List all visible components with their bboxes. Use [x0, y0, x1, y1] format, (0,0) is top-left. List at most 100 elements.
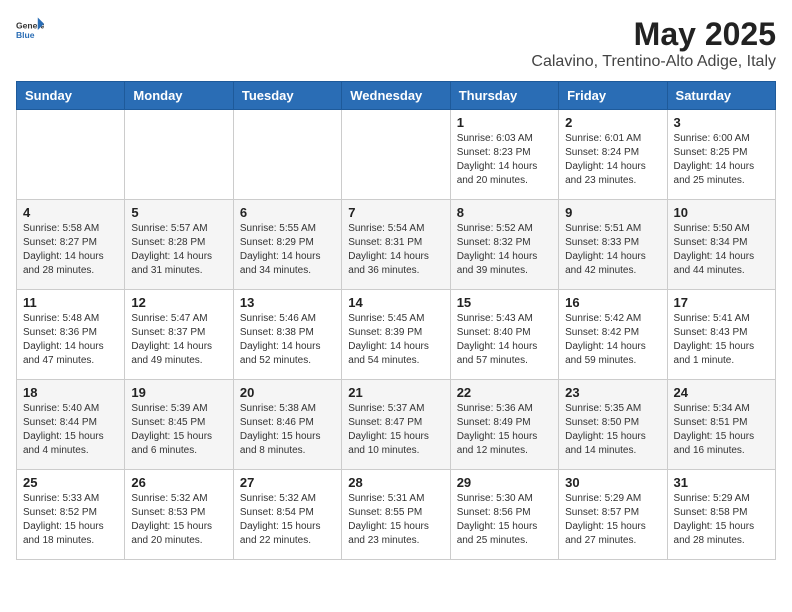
calendar-cell: 17Sunrise: 5:41 AM Sunset: 8:43 PM Dayli…: [667, 290, 775, 380]
day-number: 12: [131, 295, 226, 310]
day-info: Sunrise: 5:29 AM Sunset: 8:58 PM Dayligh…: [674, 492, 769, 548]
calendar-cell: 29Sunrise: 5:30 AM Sunset: 8:56 PM Dayli…: [450, 470, 558, 560]
day-number: 4: [23, 205, 118, 220]
day-info: Sunrise: 5:32 AM Sunset: 8:53 PM Dayligh…: [131, 492, 226, 548]
generalblue-icon: General Blue: [16, 16, 44, 44]
calendar-cell: 6 Sunrise: 5:55 AM Sunset: 8:29 PM Daylig…: [233, 200, 341, 290]
day-number: 25: [23, 475, 118, 490]
day-info: Sunrise: 5:54 AM Sunset: 8:31 PM Dayligh…: [348, 222, 443, 278]
weekday-header-row: SundayMondayTuesdayWednesdayThursdayFrid…: [17, 82, 776, 110]
calendar-cell: 27 Sunrise: 5:32 AM Sunset: 8:54 PM Dayli…: [233, 470, 341, 560]
day-number: 27: [240, 475, 335, 490]
day-info: Sunrise: 5:51 AM Sunset: 8:33 PM Dayligh…: [565, 222, 660, 278]
day-number: 20: [240, 385, 335, 400]
day-number: 3: [674, 115, 769, 130]
day-info: Sunrise: 5:34 AM Sunset: 8:51 PM Dayligh…: [674, 402, 769, 458]
day-number: 28: [348, 475, 443, 490]
header: General Blue May 2025 Calavino, Trentino…: [16, 16, 776, 71]
day-info: Sunrise: 5:30 AM Sunset: 8:56 PM Dayligh…: [457, 492, 552, 548]
calendar-cell: 28 Sunrise: 5:31 AM Sunset: 8:55 PM Dayli…: [342, 470, 450, 560]
calendar-cell: 18Sunrise: 5:40 AM Sunset: 8:44 PM Dayli…: [17, 380, 125, 470]
calendar-cell: [233, 110, 341, 200]
day-info: Sunrise: 5:38 AM Sunset: 8:46 PM Dayligh…: [240, 402, 335, 458]
calendar-cell: 21 Sunrise: 5:37 AM Sunset: 8:47 PM Dayli…: [342, 380, 450, 470]
day-info: Sunrise: 5:33 AM Sunset: 8:52 PM Dayligh…: [23, 492, 118, 548]
calendar-cell: 14Sunrise: 5:45 AM Sunset: 8:39 PM Dayli…: [342, 290, 450, 380]
calendar-week-2: 4 Sunrise: 5:58 AM Sunset: 8:27 PM Daylig…: [17, 200, 776, 290]
calendar-week-1: 1 Sunrise: 6:03 AM Sunset: 8:23 PM Daylig…: [17, 110, 776, 200]
calendar-cell: [17, 110, 125, 200]
day-info: Sunrise: 5:43 AM Sunset: 8:40 PM Dayligh…: [457, 312, 552, 368]
calendar-cell: [342, 110, 450, 200]
calendar-cell: 25 Sunrise: 5:33 AM Sunset: 8:52 PM Dayli…: [17, 470, 125, 560]
calendar-cell: 19Sunrise: 5:39 AM Sunset: 8:45 PM Dayli…: [125, 380, 233, 470]
weekday-header-wednesday: Wednesday: [342, 82, 450, 110]
calendar-cell: 3 Sunrise: 6:00 AM Sunset: 8:25 PM Daylig…: [667, 110, 775, 200]
calendar-cell: 7 Sunrise: 5:54 AM Sunset: 8:31 PM Daylig…: [342, 200, 450, 290]
calendar-cell: 9 Sunrise: 5:51 AM Sunset: 8:33 PM Daylig…: [559, 200, 667, 290]
day-info: Sunrise: 6:01 AM Sunset: 8:24 PM Dayligh…: [565, 132, 660, 188]
calendar-cell: 12 Sunrise: 5:47 AM Sunset: 8:37 PM Dayli…: [125, 290, 233, 380]
day-info: Sunrise: 5:45 AM Sunset: 8:39 PM Dayligh…: [348, 312, 443, 368]
logo: General Blue: [16, 16, 44, 44]
day-info: Sunrise: 5:58 AM Sunset: 8:27 PM Dayligh…: [23, 222, 118, 278]
day-info: Sunrise: 5:35 AM Sunset: 8:50 PM Dayligh…: [565, 402, 660, 458]
day-number: 31: [674, 475, 769, 490]
day-info: Sunrise: 5:55 AM Sunset: 8:29 PM Dayligh…: [240, 222, 335, 278]
day-info: Sunrise: 5:47 AM Sunset: 8:37 PM Dayligh…: [131, 312, 226, 368]
day-number: 26: [131, 475, 226, 490]
day-number: 10: [674, 205, 769, 220]
weekday-header-friday: Friday: [559, 82, 667, 110]
calendar-cell: 5Sunrise: 5:57 AM Sunset: 8:28 PM Daylig…: [125, 200, 233, 290]
day-number: 11: [23, 295, 118, 310]
day-info: Sunrise: 5:37 AM Sunset: 8:47 PM Dayligh…: [348, 402, 443, 458]
calendar-week-5: 25 Sunrise: 5:33 AM Sunset: 8:52 PM Dayli…: [17, 470, 776, 560]
weekday-header-thursday: Thursday: [450, 82, 558, 110]
location-title: Calavino, Trentino-Alto Adige, Italy: [531, 53, 776, 71]
calendar-cell: 15Sunrise: 5:43 AM Sunset: 8:40 PM Dayli…: [450, 290, 558, 380]
day-info: Sunrise: 5:36 AM Sunset: 8:49 PM Dayligh…: [457, 402, 552, 458]
calendar-cell: [125, 110, 233, 200]
calendar-cell: 1 Sunrise: 6:03 AM Sunset: 8:23 PM Daylig…: [450, 110, 558, 200]
day-info: Sunrise: 5:32 AM Sunset: 8:54 PM Dayligh…: [240, 492, 335, 548]
calendar-body: 1 Sunrise: 6:03 AM Sunset: 8:23 PM Daylig…: [17, 110, 776, 560]
day-number: 22: [457, 385, 552, 400]
day-number: 23: [565, 385, 660, 400]
calendar-cell: 30Sunrise: 5:29 AM Sunset: 8:57 PM Dayli…: [559, 470, 667, 560]
day-number: 9: [565, 205, 660, 220]
day-info: Sunrise: 5:52 AM Sunset: 8:32 PM Dayligh…: [457, 222, 552, 278]
calendar-cell: 8Sunrise: 5:52 AM Sunset: 8:32 PM Daylig…: [450, 200, 558, 290]
day-number: 5: [131, 205, 226, 220]
day-info: Sunrise: 5:31 AM Sunset: 8:55 PM Dayligh…: [348, 492, 443, 548]
title-section: May 2025 Calavino, Trentino-Alto Adige, …: [531, 16, 776, 71]
day-number: 1: [457, 115, 552, 130]
day-number: 7: [348, 205, 443, 220]
svg-text:Blue: Blue: [16, 30, 35, 40]
day-number: 6: [240, 205, 335, 220]
day-number: 16: [565, 295, 660, 310]
weekday-header-saturday: Saturday: [667, 82, 775, 110]
calendar-cell: 26 Sunrise: 5:32 AM Sunset: 8:53 PM Dayli…: [125, 470, 233, 560]
day-info: Sunrise: 6:03 AM Sunset: 8:23 PM Dayligh…: [457, 132, 552, 188]
calendar-cell: 16Sunrise: 5:42 AM Sunset: 8:42 PM Dayli…: [559, 290, 667, 380]
day-info: Sunrise: 6:00 AM Sunset: 8:25 PM Dayligh…: [674, 132, 769, 188]
day-info: Sunrise: 5:50 AM Sunset: 8:34 PM Dayligh…: [674, 222, 769, 278]
month-title: May 2025: [531, 16, 776, 53]
calendar-cell: 20 Sunrise: 5:38 AM Sunset: 8:46 PM Dayli…: [233, 380, 341, 470]
day-number: 2: [565, 115, 660, 130]
day-number: 24: [674, 385, 769, 400]
day-number: 19: [131, 385, 226, 400]
calendar-cell: 23 Sunrise: 5:35 AM Sunset: 8:50 PM Dayli…: [559, 380, 667, 470]
calendar-cell: 13Sunrise: 5:46 AM Sunset: 8:38 PM Dayli…: [233, 290, 341, 380]
day-info: Sunrise: 5:41 AM Sunset: 8:43 PM Dayligh…: [674, 312, 769, 368]
day-number: 13: [240, 295, 335, 310]
calendar-cell: 2 Sunrise: 6:01 AM Sunset: 8:24 PM Daylig…: [559, 110, 667, 200]
calendar-cell: 10 Sunrise: 5:50 AM Sunset: 8:34 PM Dayli…: [667, 200, 775, 290]
weekday-header-tuesday: Tuesday: [233, 82, 341, 110]
calendar-cell: 4 Sunrise: 5:58 AM Sunset: 8:27 PM Daylig…: [17, 200, 125, 290]
weekday-header-sunday: Sunday: [17, 82, 125, 110]
calendar-week-4: 18Sunrise: 5:40 AM Sunset: 8:44 PM Dayli…: [17, 380, 776, 470]
calendar-cell: 24 Sunrise: 5:34 AM Sunset: 8:51 PM Dayli…: [667, 380, 775, 470]
day-number: 21: [348, 385, 443, 400]
calendar-cell: 31 Sunrise: 5:29 AM Sunset: 8:58 PM Dayli…: [667, 470, 775, 560]
